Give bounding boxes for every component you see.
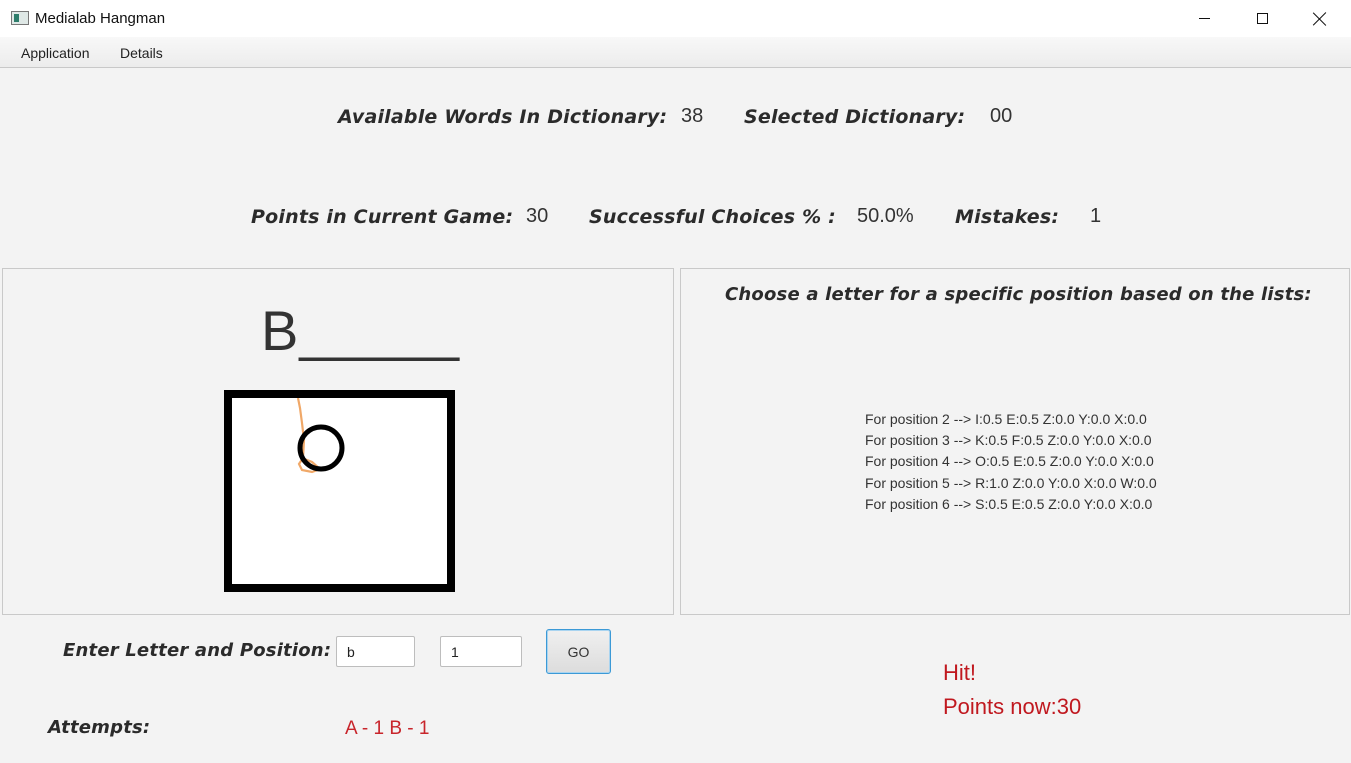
result-message: Hit!: [943, 660, 976, 685]
points-label: Points in Current Game:: [251, 206, 514, 228]
enter-letter-label: Enter Letter and Position:: [63, 640, 332, 661]
points-value: 30: [526, 205, 549, 227]
hangman-frame: [224, 390, 455, 592]
mistakes-value: 1: [1090, 205, 1102, 227]
success-value: 50.0%: [857, 205, 914, 227]
close-icon: [1313, 12, 1327, 26]
window-title: Medialab Hangman: [35, 10, 166, 27]
result-points: Points now:30: [943, 694, 1082, 719]
menu-details[interactable]: Details: [120, 45, 163, 61]
attempts-label: Attempts:: [48, 717, 151, 738]
selected-dictionary-value: 00: [990, 105, 1013, 127]
suggestion-line: For position 4 --> O:0.5 E:0.5 Z:0.0 Y:0…: [865, 453, 1154, 470]
close-button[interactable]: [1291, 0, 1349, 37]
menu-bar: Application Details: [0, 37, 1351, 68]
maximize-icon: [1256, 13, 1268, 24]
minimize-button[interactable]: [1175, 0, 1233, 37]
suggestion-line: For position 5 --> R:1.0 Z:0.0 Y:0.0 X:0…: [865, 474, 1157, 491]
menu-application[interactable]: Application: [21, 45, 90, 61]
app-icon: [11, 11, 29, 25]
available-words-value: 38: [681, 105, 704, 127]
head: [297, 424, 345, 472]
suggestion-line: For position 6 --> S:0.5 E:0.5 Z:0.0 Y:0…: [865, 495, 1153, 512]
title-bar: Medialab Hangman: [0, 0, 1351, 37]
position-input[interactable]: [440, 636, 522, 667]
available-words-label: Available Words In Dictionary:: [338, 106, 668, 128]
attempts-value: A - 1 B - 1: [345, 718, 430, 739]
mistakes-label: Mistakes:: [955, 206, 1060, 228]
suggestion-line: For position 2 --> I:0.5 E:0.5 Z:0.0 Y:0…: [865, 411, 1147, 427]
suggestions-title: Choose a letter for a specific position …: [725, 284, 1312, 305]
letter-input[interactable]: [336, 636, 415, 667]
selected-dictionary-label: Selected Dictionary:: [744, 106, 966, 128]
rope: [296, 398, 323, 474]
word-display: B_____: [261, 299, 461, 362]
position-suggestions-list: For position 2 --> I:0.5 E:0.5 Z:0.0 Y:0…: [865, 409, 1157, 515]
maximize-button[interactable]: [1233, 0, 1291, 37]
go-button[interactable]: GO: [546, 629, 611, 674]
hangman-canvas: [232, 398, 447, 584]
hangman-drawing: [296, 398, 345, 474]
suggestion-line: For position 3 --> K:0.5 F:0.5 Z:0.0 Y:0…: [865, 432, 1152, 449]
minimize-icon: [1198, 18, 1210, 19]
success-label: Successful Choices % :: [589, 206, 836, 228]
